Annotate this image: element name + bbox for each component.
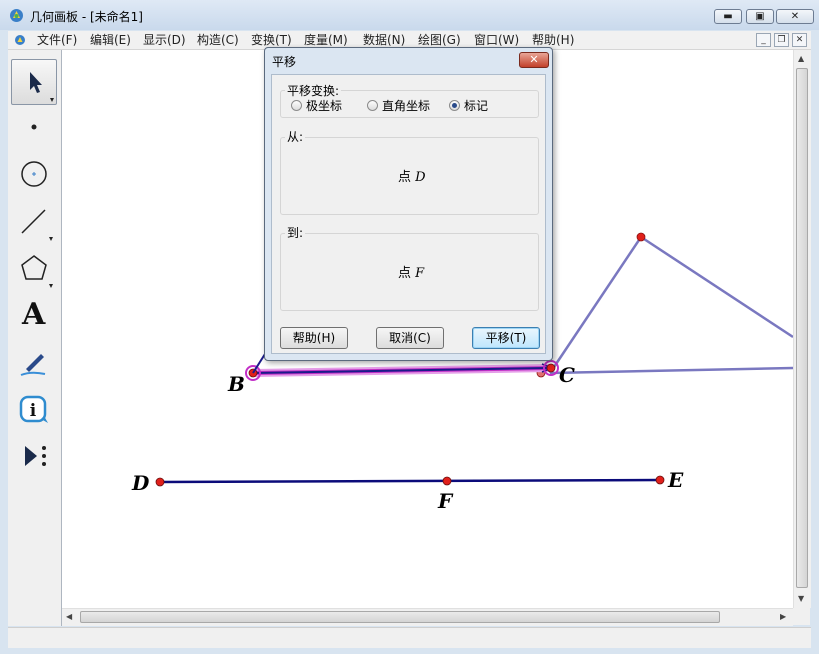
dialog-body: 平移变换: 极坐标 直角坐标 标记 从: 点 D 到: 点 F 帮助(H) 取消… (271, 74, 546, 354)
horizontal-scroll-thumb[interactable] (80, 611, 720, 623)
translate-dialog: 平移 ✕ 平移变换: 极坐标 直角坐标 标记 从: 点 D 到: 点 F 帮助(… (264, 47, 553, 361)
cancel-button[interactable]: 取消(C) (376, 327, 444, 349)
radio-polar[interactable] (291, 100, 302, 111)
label-C[interactable]: C (559, 363, 575, 387)
app-logo-icon (10, 9, 23, 22)
label-B[interactable]: B (228, 372, 245, 396)
vertex-point-top[interactable] (636, 232, 646, 242)
from-point-value[interactable]: 点 D (398, 166, 426, 185)
scroll-right-icon[interactable]: ▶ (780, 612, 786, 621)
to-point: F (415, 266, 425, 281)
radio-rectangular-label[interactable]: 直角坐标 (382, 97, 430, 114)
vertical-scroll-thumb[interactable] (796, 68, 808, 588)
horizontal-scrollbar[interactable]: ◀ ▶ (62, 608, 793, 626)
polygon-tool[interactable] (11, 246, 57, 292)
segment-DE[interactable] (159, 478, 661, 484)
info-tool[interactable]: i (11, 387, 57, 433)
doc-close-button[interactable]: ✕ (792, 33, 807, 47)
point-C[interactable] (546, 363, 556, 373)
menu-file[interactable]: 文件(F) (37, 32, 77, 48)
menu-display[interactable]: 显示(D) (143, 32, 186, 48)
straightedge-icon (21, 209, 53, 241)
scroll-up-icon[interactable]: ▲ (798, 54, 804, 63)
segment-C-right[interactable] (549, 366, 793, 375)
text-icon: A (22, 297, 46, 332)
menu-edit[interactable]: 编辑(E) (90, 32, 131, 48)
scroll-corner (793, 608, 810, 625)
point-F[interactable] (442, 476, 452, 486)
minimize-icon: ▬ (723, 11, 733, 22)
toolbox: A i (8, 50, 62, 626)
marker-tool[interactable] (11, 340, 57, 386)
point-icon (31, 124, 37, 130)
menu-help[interactable]: 帮助(H) (532, 32, 574, 48)
app-window: 几何画板 - [未命名1] ▬ ▣ ✕ 文件(F) 编辑(E) 显示(D) 构造… (0, 0, 819, 654)
minimize-button[interactable]: ▬ (714, 9, 742, 24)
dialog-title: 平移 (272, 55, 297, 69)
polygon-icon (21, 255, 53, 288)
doc-restore-icon: ❐ (777, 35, 786, 45)
doc-minimize-icon: _ (761, 35, 766, 45)
compass-tool[interactable] (11, 152, 57, 198)
vertical-scrollbar[interactable]: ▲ ▼ (793, 50, 811, 608)
doc-restore-button[interactable]: ❐ (774, 33, 789, 47)
menu-transform[interactable]: 变换(T) (251, 32, 292, 48)
window-title: 几何画板 - [未命名1] (30, 10, 143, 24)
close-icon: ✕ (790, 11, 800, 22)
maximize-button[interactable]: ▣ (746, 9, 774, 24)
arrow-select-icon (30, 72, 54, 102)
scroll-left-icon[interactable]: ◀ (66, 612, 72, 621)
from-prefix: 点 (398, 170, 412, 185)
from-point: D (415, 170, 426, 185)
maximize-icon: ▣ (755, 11, 765, 22)
segment-C-top[interactable] (548, 236, 643, 374)
custom-tool-icon (25, 446, 46, 466)
menu-window[interactable]: 窗口(W) (474, 32, 519, 48)
label-F[interactable]: F (438, 489, 452, 513)
straightedge-tool[interactable] (11, 199, 57, 245)
radio-polar-label[interactable]: 极坐标 (306, 97, 342, 114)
scroll-down-icon[interactable]: ▼ (798, 594, 804, 603)
from-label: 从: (285, 128, 306, 145)
menu-data[interactable]: 数据(N) (363, 32, 405, 48)
select-tool[interactable] (11, 59, 57, 105)
to-prefix: 点 (398, 266, 412, 281)
doc-minimize-button[interactable]: _ (756, 33, 771, 47)
radio-marked-label[interactable]: 标记 (464, 97, 488, 114)
to-label: 到: (285, 224, 306, 241)
point-E[interactable] (655, 475, 665, 485)
info-icon: i (19, 395, 48, 423)
label-E[interactable]: E (668, 468, 683, 492)
document-icon (15, 35, 25, 45)
label-D[interactable]: D (132, 471, 149, 495)
custom-tool[interactable] (11, 434, 57, 480)
translate-button[interactable]: 平移(T) (472, 327, 540, 349)
menu-measure[interactable]: 度量(M) (304, 32, 348, 48)
point-D[interactable] (155, 477, 165, 487)
to-point-value[interactable]: 点 F (398, 262, 424, 281)
segment-top-right[interactable] (640, 235, 793, 339)
status-bar (8, 627, 811, 648)
marker-icon (20, 354, 46, 376)
point-tool[interactable] (11, 105, 57, 151)
svg-text:i: i (30, 401, 37, 421)
radio-marked[interactable] (449, 100, 460, 111)
menu-graph[interactable]: 绘图(G) (418, 32, 461, 48)
dialog-close-button[interactable]: ✕ (519, 52, 549, 68)
menu-construct[interactable]: 构造(C) (197, 32, 239, 48)
close-icon: ✕ (529, 53, 539, 66)
help-button[interactable]: 帮助(H) (280, 327, 348, 349)
title-bar[interactable]: 几何画板 - [未命名1] ▬ ▣ ✕ (0, 0, 819, 30)
close-button[interactable]: ✕ (776, 9, 814, 24)
text-tool[interactable]: A (11, 293, 57, 339)
compass-icon (21, 161, 47, 187)
radio-rectangular[interactable] (367, 100, 378, 111)
doc-close-icon: ✕ (795, 35, 804, 45)
